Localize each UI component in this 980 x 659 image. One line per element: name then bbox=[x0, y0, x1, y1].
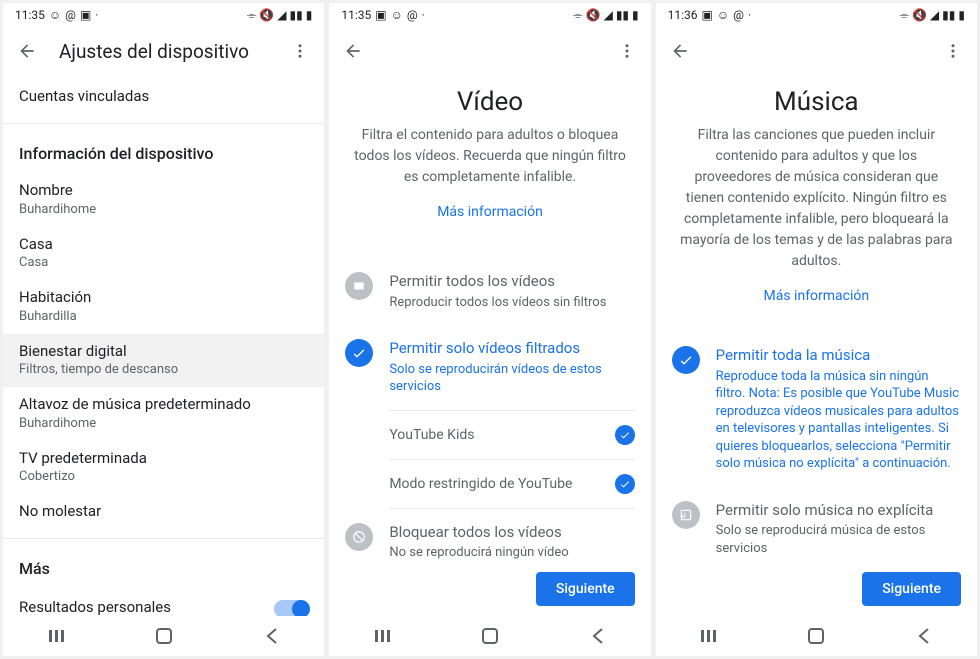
whatsapp-icon: ☺ bbox=[717, 8, 729, 22]
recents-icon[interactable] bbox=[697, 624, 721, 648]
image-icon: ▣ bbox=[375, 8, 386, 22]
section-more: Más bbox=[3, 545, 324, 588]
toggle-switch[interactable] bbox=[274, 600, 308, 617]
menu-icon[interactable] bbox=[288, 39, 312, 63]
recents-icon[interactable] bbox=[45, 624, 69, 648]
sub-youtube-kids[interactable]: YouTube Kids bbox=[329, 411, 650, 459]
item-digital-wellbeing[interactable]: Bienestar digital Filtros, tiempo de des… bbox=[3, 334, 324, 388]
item-house[interactable]: Casa Casa bbox=[3, 227, 324, 281]
home-icon[interactable] bbox=[478, 624, 502, 648]
screen-music: 11:36 ▣ ☺ @ · ⌯ 🔇 ◢ ▮▮ ▮ Música Filtra l… bbox=[656, 3, 977, 656]
option-non-explicit[interactable]: Permitir solo música no explícita Solo s… bbox=[656, 487, 977, 562]
nav-bar bbox=[656, 616, 977, 656]
status-time: 11:35 bbox=[15, 8, 45, 22]
video-desc: Filtra el contenido para adultos o bloqu… bbox=[329, 117, 650, 196]
back-icon[interactable] bbox=[15, 39, 39, 63]
item-room[interactable]: Habitación Buhardilla bbox=[3, 280, 324, 334]
block-icon bbox=[345, 523, 373, 551]
next-button[interactable]: Siguiente bbox=[862, 572, 961, 606]
screen-video: 11:35 ▣ ☺ @ · ⌯ 🔇 ◢ ▮▮ ▮ Vídeo Filtra el… bbox=[329, 3, 650, 656]
dot-icon: · bbox=[95, 8, 98, 22]
item-dnd[interactable]: No molestar bbox=[3, 494, 324, 532]
dot-icon: · bbox=[748, 8, 751, 22]
wifi-icon: ◢ bbox=[604, 8, 613, 22]
back-icon[interactable] bbox=[668, 39, 692, 63]
checkbox-icon[interactable] bbox=[615, 425, 635, 445]
status-bar: 11:36 ▣ ☺ @ · ⌯ 🔇 ◢ ▮▮ ▮ bbox=[656, 3, 977, 27]
item-default-tv[interactable]: TV predeterminada Cobertizo bbox=[3, 441, 324, 495]
option-allow-all[interactable]: Permitir todos los vídeos Reproducir tod… bbox=[329, 258, 650, 325]
nav-bar bbox=[329, 616, 650, 656]
more-info-link[interactable]: Más información bbox=[656, 280, 977, 312]
linked-accounts[interactable]: Cuentas vinculadas bbox=[3, 75, 324, 117]
item-default-speaker[interactable]: Altavoz de música predeterminado Buhardi… bbox=[3, 387, 324, 441]
bluetooth-icon: ⌯ bbox=[573, 8, 583, 23]
back-nav-icon[interactable] bbox=[911, 624, 935, 648]
recents-icon[interactable] bbox=[371, 624, 395, 648]
check-icon bbox=[672, 346, 700, 374]
mute-icon: 🔇 bbox=[586, 8, 601, 22]
more-info-link[interactable]: Más información bbox=[329, 196, 650, 228]
whatsapp-icon: ☺ bbox=[391, 8, 403, 22]
battery-icon: ▮ bbox=[632, 8, 639, 22]
checkbox-icon[interactable] bbox=[615, 474, 635, 494]
status-bar: 11:35 ☺ @ ▣ · ⌯ 🔇 ◢ ▮▮ ▮ bbox=[3, 3, 324, 27]
status-bar: 11:35 ▣ ☺ @ · ⌯ 🔇 ◢ ▮▮ ▮ bbox=[329, 3, 650, 27]
back-icon[interactable] bbox=[341, 39, 365, 63]
option-block-all[interactable]: Bloquear todos los vídeos No se reproduc… bbox=[329, 509, 650, 562]
status-time: 11:35 bbox=[341, 8, 371, 22]
option-allow-filtered[interactable]: Permitir solo vídeos filtrados Solo se r… bbox=[329, 325, 650, 410]
check-icon bbox=[345, 339, 373, 367]
wifi-icon: ◢ bbox=[277, 8, 286, 22]
section-device-info: Información del dispositivo bbox=[3, 130, 324, 173]
home-icon[interactable] bbox=[804, 624, 828, 648]
divider bbox=[3, 123, 324, 124]
at-icon: @ bbox=[733, 8, 744, 22]
page-title: Ajustes del dispositivo bbox=[59, 40, 288, 63]
music-desc: Filtra las canciones que pueden incluir … bbox=[656, 117, 977, 280]
mute-icon: 🔇 bbox=[259, 8, 274, 22]
music-title: Música bbox=[656, 87, 977, 117]
battery-icon: ▮ bbox=[306, 8, 313, 22]
whatsapp-icon: ☺ bbox=[49, 8, 61, 22]
option-allow-all-music[interactable]: Permitir toda la música Reproduce toda l… bbox=[656, 332, 977, 487]
back-nav-icon[interactable] bbox=[585, 624, 609, 648]
bluetooth-icon: ⌯ bbox=[247, 8, 257, 23]
app-bar: Ajustes del dispositivo bbox=[3, 27, 324, 75]
app-bar bbox=[329, 27, 650, 75]
home-icon[interactable] bbox=[152, 624, 176, 648]
footer: Siguiente bbox=[329, 562, 650, 616]
at-icon: @ bbox=[407, 8, 418, 22]
image-icon: ▣ bbox=[80, 8, 91, 22]
sub-youtube-restricted[interactable]: Modo restringido de YouTube bbox=[329, 460, 650, 508]
dot-icon: · bbox=[422, 8, 425, 22]
video-icon bbox=[345, 272, 373, 300]
app-bar bbox=[656, 27, 977, 75]
at-icon: @ bbox=[65, 8, 76, 22]
video-title: Vídeo bbox=[329, 87, 650, 117]
footer: Siguiente bbox=[656, 562, 977, 616]
signal-icon: ▮▮ bbox=[942, 8, 955, 22]
mute-icon: 🔇 bbox=[912, 8, 927, 22]
signal-icon: ▮▮ bbox=[616, 8, 629, 22]
music-icon bbox=[672, 501, 700, 529]
divider bbox=[3, 538, 324, 539]
menu-icon[interactable] bbox=[941, 39, 965, 63]
item-name[interactable]: Nombre Buhardihome bbox=[3, 173, 324, 227]
status-time: 11:36 bbox=[668, 8, 698, 22]
battery-icon: ▮ bbox=[958, 8, 965, 22]
next-button[interactable]: Siguiente bbox=[536, 572, 635, 606]
menu-icon[interactable] bbox=[615, 39, 639, 63]
personal-results[interactable]: Resultados personales Permite los result… bbox=[3, 588, 324, 617]
nav-bar bbox=[3, 616, 324, 656]
wifi-icon: ◢ bbox=[930, 8, 939, 22]
bluetooth-icon: ⌯ bbox=[899, 8, 909, 23]
signal-icon: ▮▮ bbox=[290, 8, 303, 22]
screen-device-settings: 11:35 ☺ @ ▣ · ⌯ 🔇 ◢ ▮▮ ▮ Ajustes del dis… bbox=[3, 3, 324, 656]
back-nav-icon[interactable] bbox=[259, 624, 283, 648]
image-icon: ▣ bbox=[702, 8, 713, 22]
